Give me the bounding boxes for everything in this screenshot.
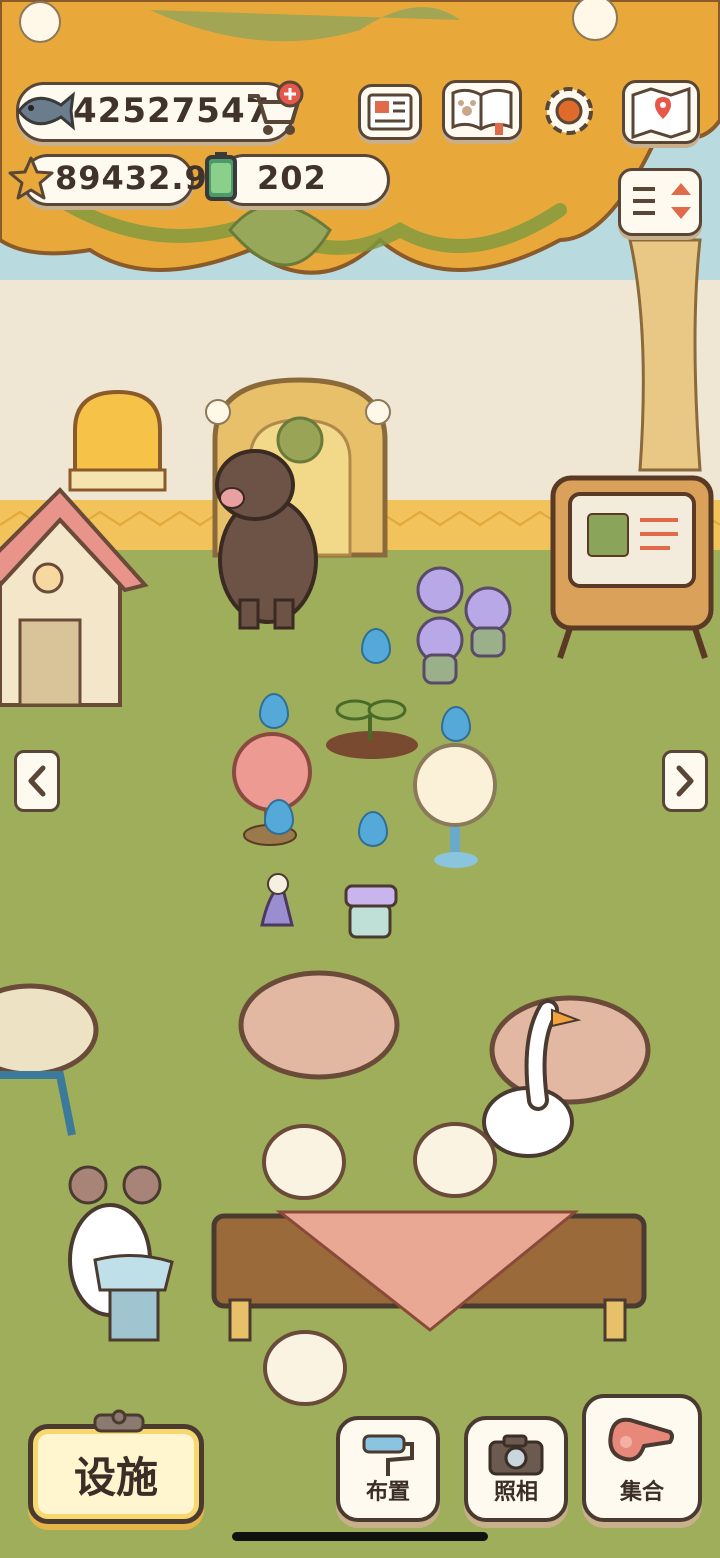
photo-label: 照相 bbox=[493, 1480, 538, 1505]
water-drop-icon[interactable] bbox=[358, 811, 388, 847]
sort-icon bbox=[633, 183, 691, 219]
map-button[interactable] bbox=[622, 80, 700, 144]
next-area-button[interactable] bbox=[662, 750, 708, 812]
shop-cart-add-icon[interactable] bbox=[244, 80, 304, 138]
clipboard-clip-icon bbox=[93, 1409, 145, 1433]
arrange-button[interactable]: 布置 bbox=[336, 1416, 440, 1522]
game-scene[interactable] bbox=[0, 0, 720, 1558]
fish-icon bbox=[17, 91, 75, 131]
chevron-right-icon bbox=[676, 765, 694, 797]
paw-book-button[interactable] bbox=[442, 80, 522, 140]
battery-icon bbox=[205, 152, 237, 201]
water-drop-icon[interactable] bbox=[361, 628, 391, 664]
previous-area-button[interactable] bbox=[14, 750, 60, 812]
water-drop-icon[interactable] bbox=[264, 799, 294, 835]
battery-value: 202 bbox=[257, 159, 327, 197]
star-currency-value: 89432.9 bbox=[55, 159, 208, 197]
battery-pill[interactable]: 202 bbox=[205, 152, 390, 206]
gather-button[interactable]: 集合 bbox=[582, 1394, 702, 1522]
facilities-label: 设施 bbox=[73, 1452, 158, 1502]
paint-roller-icon bbox=[362, 1434, 414, 1476]
gather-label: 集合 bbox=[619, 1480, 664, 1505]
newspaper-button[interactable] bbox=[358, 84, 422, 140]
gear-icon bbox=[545, 87, 593, 135]
water-drop-icon[interactable] bbox=[259, 693, 289, 729]
settings-button[interactable] bbox=[538, 80, 600, 142]
facilities-button[interactable]: 设施 bbox=[28, 1409, 204, 1524]
paw-book-icon bbox=[451, 88, 513, 135]
photo-button[interactable]: 照相 bbox=[464, 1416, 568, 1522]
fish-currency-value: 42527547 bbox=[73, 91, 271, 131]
camera-icon bbox=[488, 1434, 544, 1476]
star-icon bbox=[8, 156, 54, 200]
home-indicator[interactable] bbox=[232, 1532, 488, 1541]
background-scene bbox=[0, 0, 720, 1558]
map-icon bbox=[631, 86, 691, 140]
water-drop-icon[interactable] bbox=[441, 706, 471, 742]
chevron-left-icon bbox=[28, 765, 46, 797]
star-currency-pill[interactable]: 89432.9 bbox=[8, 154, 207, 206]
newspaper-icon bbox=[367, 93, 413, 131]
whistle-icon bbox=[608, 1417, 674, 1462]
sort-button[interactable] bbox=[618, 168, 702, 236]
